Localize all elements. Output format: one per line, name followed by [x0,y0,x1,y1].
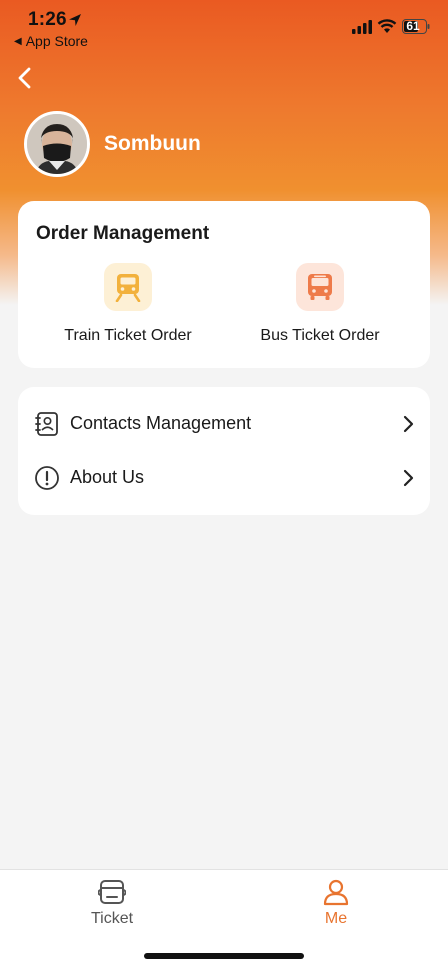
back-triangle-icon: ◀ [14,35,22,47]
cellular-signal-icon [352,20,372,34]
tab-ticket-label: Ticket [90,910,134,927]
train-ticket-order-button[interactable]: Train Ticket Order [28,263,228,353]
settings-card: Contacts Management About Us [18,387,430,515]
tab-me[interactable]: Me [224,870,448,940]
back-to-app-store[interactable]: ◀ App Store [14,33,88,49]
back-app-label: App Store [25,33,88,49]
bus-ticket-order-button[interactable]: Bus Ticket Order [220,263,420,353]
order-management-card: Order Management Train Ticket Order Bus … [18,201,430,368]
train-icon-box [104,263,152,311]
status-time: 1:26 [28,9,67,30]
contacts-management-label: Contacts Management [70,413,252,433]
avatar-photo [27,114,87,174]
bus-icon-box [296,263,344,311]
location-arrow-icon [69,14,81,26]
wifi-icon [377,19,397,33]
back-chevron-icon[interactable] [14,66,38,90]
home-indicator [144,953,304,959]
status-bar: 1:26 ◀ App Store 61 [0,0,448,56]
order-management-title: Order Management [36,223,210,244]
chevron-right-icon [403,469,414,487]
contacts-management-row[interactable]: Contacts Management [18,397,430,451]
ticket-icon [98,880,126,904]
person-icon [323,879,349,906]
chevron-right-icon [403,415,414,433]
info-icon [35,466,59,490]
contacts-icon [35,412,58,436]
train-ticket-order-label: Train Ticket Order [64,327,192,344]
avatar[interactable] [24,111,90,177]
tab-me-label: Me [324,910,348,927]
about-us-label: About Us [70,467,145,487]
bus-icon [308,274,332,300]
battery-level: 61 [406,19,420,33]
train-icon [115,274,141,302]
tab-ticket[interactable]: Ticket [0,870,224,940]
bus-ticket-order-label: Bus Ticket Order [260,327,380,344]
about-us-row[interactable]: About Us [18,451,430,505]
profile-name: Sombuun [104,132,201,155]
